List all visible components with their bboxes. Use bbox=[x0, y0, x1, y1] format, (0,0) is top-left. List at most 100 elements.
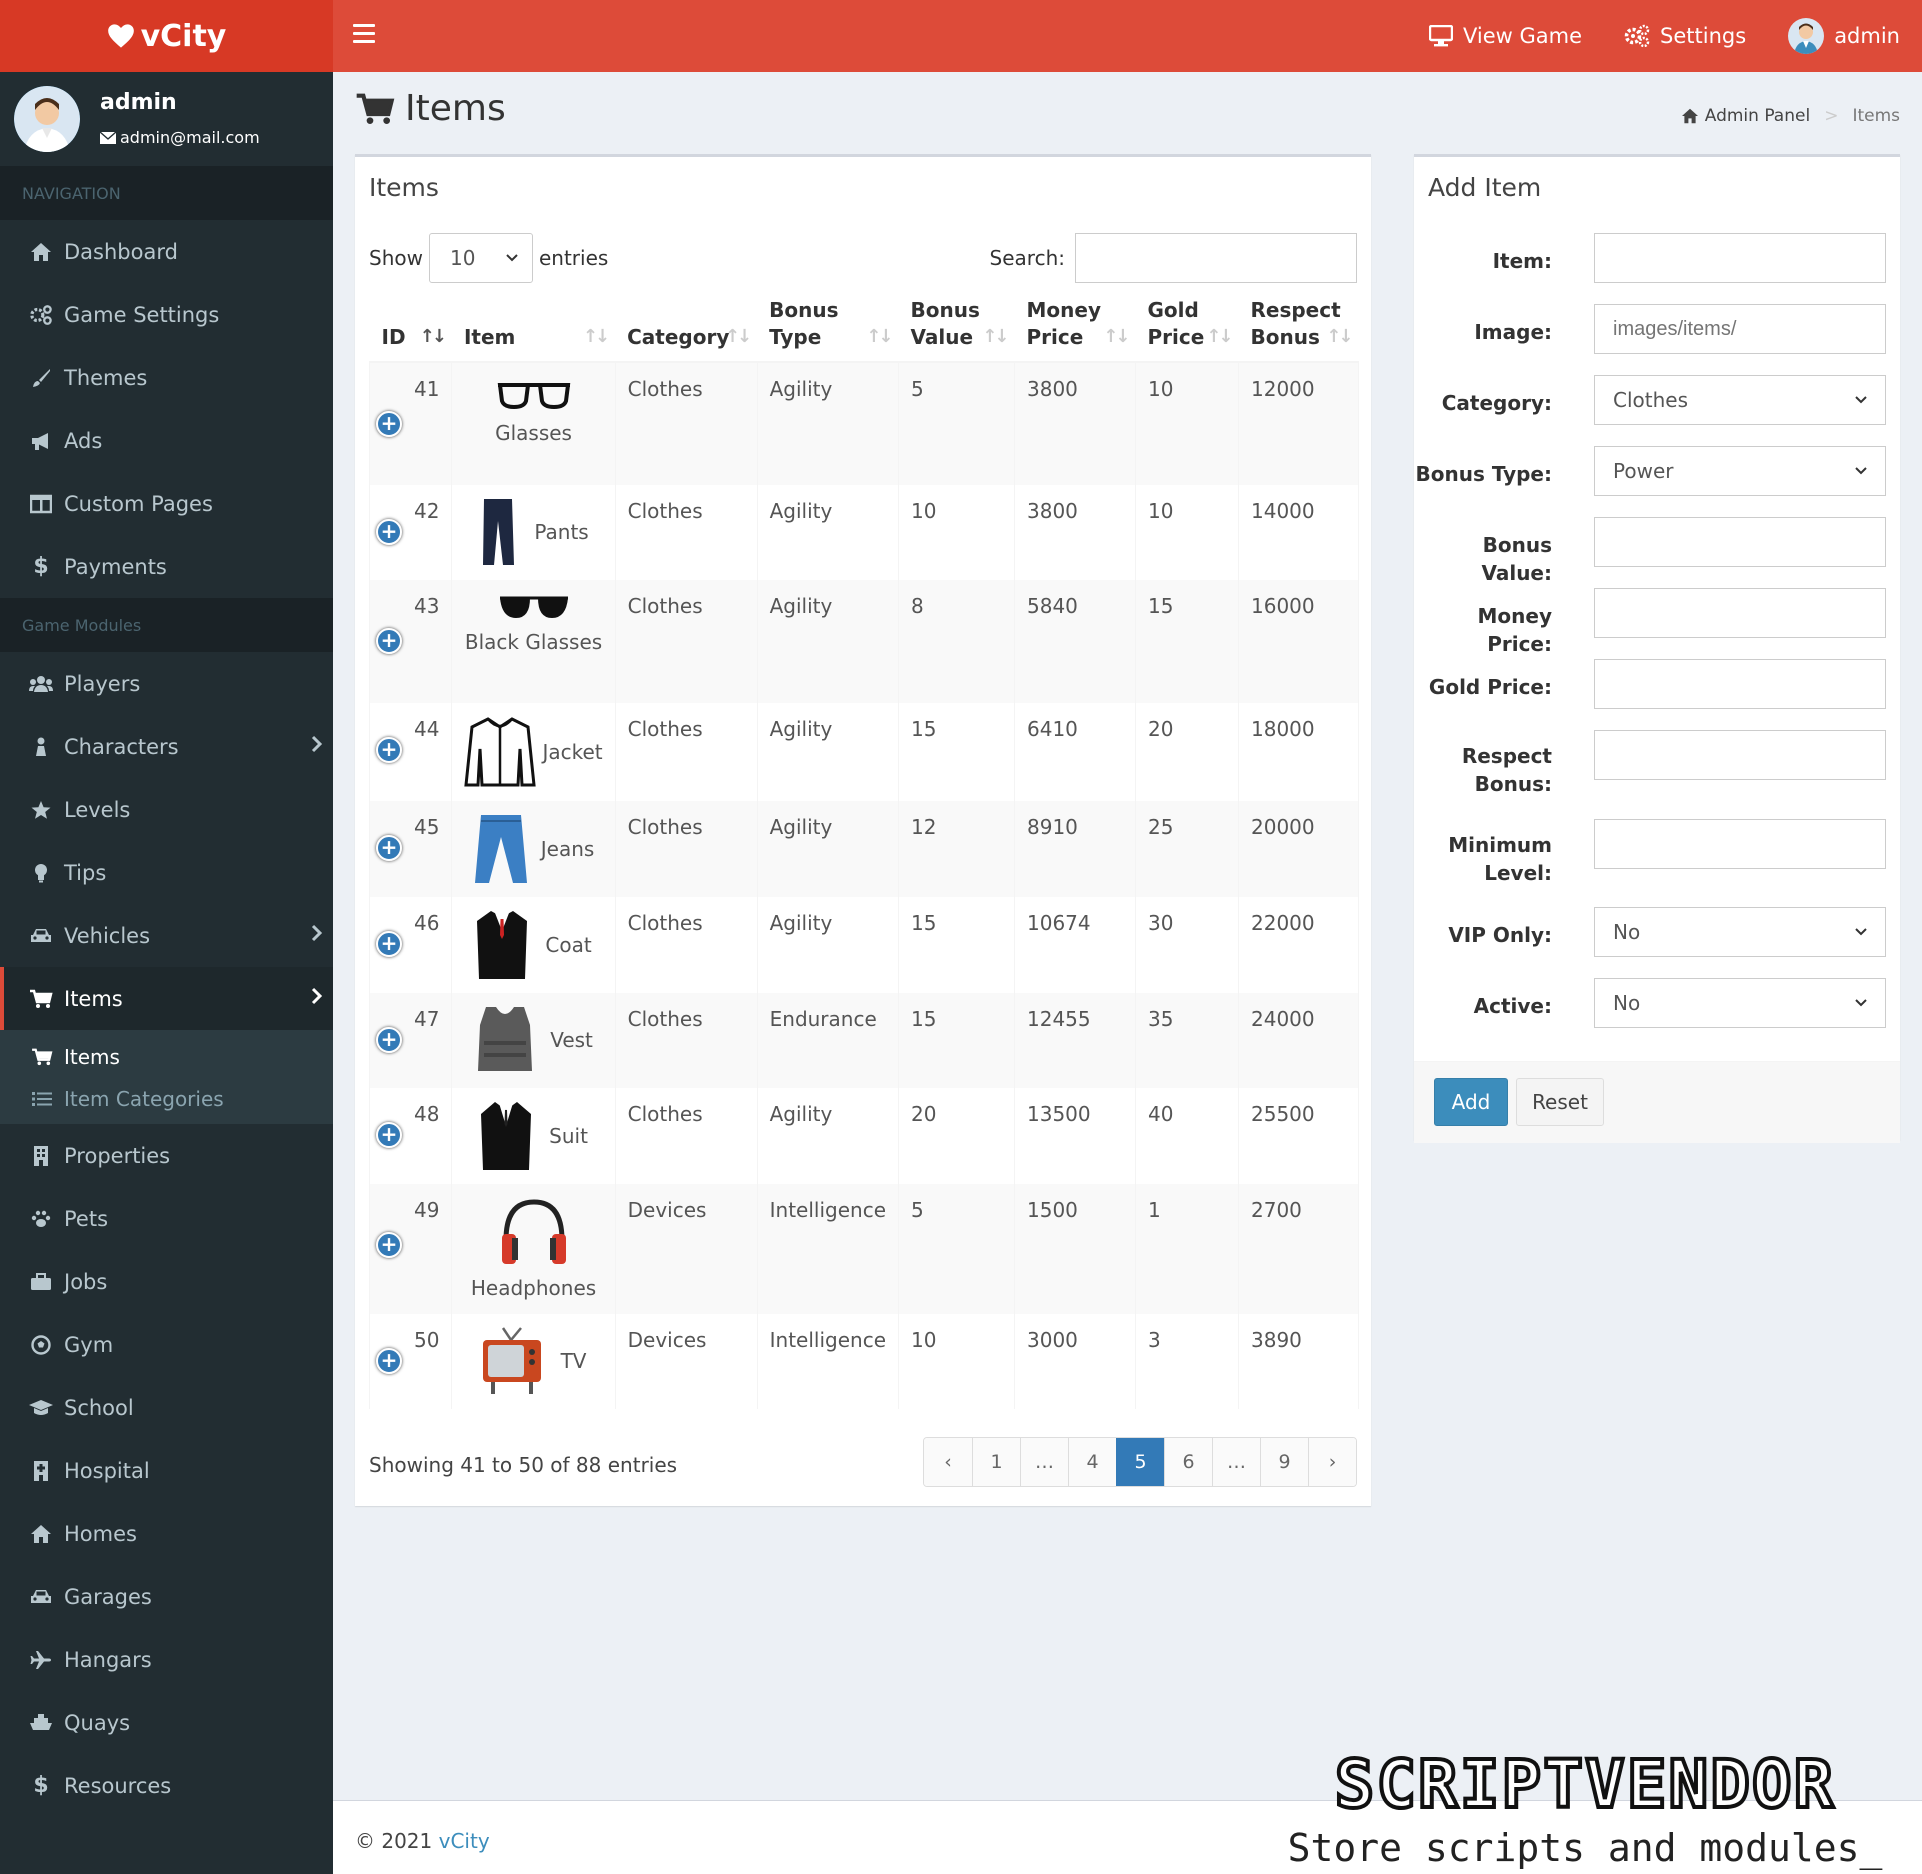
sidebar-item-garages[interactable]: Garages bbox=[0, 1565, 333, 1628]
sidebar-item-levels[interactable]: Levels bbox=[0, 778, 333, 841]
app-logo[interactable]: vCity bbox=[0, 0, 333, 72]
sidebar-item-quays[interactable]: Quays bbox=[0, 1691, 333, 1754]
item-input[interactable] bbox=[1594, 233, 1886, 283]
col-id[interactable]: ID ↑↓ bbox=[369, 289, 452, 363]
expand-row-icon[interactable]: + bbox=[376, 737, 402, 763]
sidebar-item-tips[interactable]: Tips bbox=[0, 841, 333, 904]
col-category[interactable]: Category ↑↓ bbox=[615, 289, 758, 363]
table-row[interactable]: +43 Black Glasses Clothes Agility 8 5840… bbox=[368, 580, 1359, 703]
table-row[interactable]: +48 Suit Clothes Agility 20 13500 40 255… bbox=[368, 1088, 1359, 1184]
sidebar-subitem-item-categories[interactable]: Item Categories bbox=[0, 1078, 333, 1120]
settings-link[interactable]: Settings bbox=[1624, 24, 1746, 48]
expand-row-icon[interactable]: + bbox=[376, 931, 402, 957]
cell-money-price: 1500 bbox=[1014, 1184, 1136, 1314]
category-select[interactable]: Clothes bbox=[1594, 375, 1886, 425]
cell-category: Clothes bbox=[614, 1088, 758, 1184]
sidebar-item-school[interactable]: School bbox=[0, 1376, 333, 1439]
active-select[interactable]: No bbox=[1594, 978, 1886, 1028]
table-row[interactable]: +50 TV Devices Intelligence 10 3000 3 38… bbox=[368, 1314, 1359, 1409]
sidebar-item-hospital[interactable]: Hospital bbox=[0, 1439, 333, 1502]
sort-icon: ↑↓ bbox=[724, 325, 752, 347]
vip-only-select[interactable]: No bbox=[1594, 907, 1886, 957]
bonus-type-select[interactable]: Power bbox=[1594, 446, 1886, 496]
entries-length: Show 10 entries bbox=[369, 233, 608, 283]
sidebar-item-players[interactable]: Players bbox=[0, 652, 333, 715]
expand-row-icon[interactable]: + bbox=[376, 628, 402, 654]
image-input[interactable] bbox=[1594, 304, 1886, 354]
sidebar-item-ads[interactable]: Ads bbox=[0, 409, 333, 472]
col-money-price[interactable]: Money Price ↑↓ bbox=[1014, 289, 1136, 363]
entries-value: 10 bbox=[449, 246, 476, 270]
sidebar-item-dashboard[interactable]: Dashboard bbox=[0, 220, 333, 283]
sidebar-subitem-label: Item Categories bbox=[64, 1087, 224, 1111]
col-respect-bonus[interactable]: Respect Bonus ↑↓ bbox=[1238, 289, 1359, 363]
sidebar-item-homes[interactable]: Homes bbox=[0, 1502, 333, 1565]
gears-icon bbox=[28, 304, 54, 326]
sidebar-item-game-settings[interactable]: Game Settings bbox=[0, 283, 333, 346]
table-row[interactable]: +41 Glasses Clothes Agility 5 3800 10 12… bbox=[368, 362, 1359, 485]
reset-button[interactable]: Reset bbox=[1516, 1078, 1604, 1126]
table-row[interactable]: +45 Jeans Clothes Agility 12 8910 25 200… bbox=[368, 801, 1359, 897]
bonus-value-input[interactable] bbox=[1594, 517, 1886, 567]
sidebar-item-pets[interactable]: Pets bbox=[0, 1187, 333, 1250]
page-next-button[interactable]: › bbox=[1308, 1438, 1356, 1486]
table-row[interactable]: +47 Vest Clothes Endurance 15 12455 35 2… bbox=[368, 993, 1359, 1088]
respect-bonus-input[interactable] bbox=[1594, 730, 1886, 780]
page-prev-button[interactable]: ‹ bbox=[924, 1438, 972, 1486]
money-price-input[interactable] bbox=[1594, 588, 1886, 638]
table-row[interactable]: +42 Pants Clothes Agility 10 3800 10 140… bbox=[368, 485, 1359, 580]
table-row[interactable]: +44 Jacket Clothes Agility 15 6410 20 18… bbox=[368, 703, 1359, 801]
gold-price-input[interactable] bbox=[1594, 659, 1886, 709]
expand-row-icon[interactable]: + bbox=[376, 1122, 402, 1148]
sidebar-item-gym[interactable]: Gym bbox=[0, 1313, 333, 1376]
sidebar-item-jobs[interactable]: Jobs bbox=[0, 1250, 333, 1313]
sidebar-item-items[interactable]: Items bbox=[0, 967, 333, 1030]
breadcrumb-root[interactable]: Admin Panel bbox=[1705, 106, 1810, 126]
expand-row-icon[interactable]: + bbox=[376, 519, 402, 545]
expand-row-icon[interactable]: + bbox=[376, 1348, 402, 1374]
expand-row-icon[interactable]: + bbox=[376, 1027, 402, 1053]
sidebar-item-resources[interactable]: $ Resources bbox=[0, 1754, 333, 1817]
entries-select[interactable]: 10 bbox=[428, 233, 533, 283]
table-row[interactable]: +49 Headphones Devices Intelligence 5 15… bbox=[368, 1184, 1359, 1314]
sidebar-item-vehicles[interactable]: Vehicles bbox=[0, 904, 333, 967]
sidebar-item-label: Ads bbox=[64, 428, 103, 453]
active-label: Active: bbox=[1473, 994, 1552, 1018]
cell-id-value: 47 bbox=[414, 1007, 440, 1031]
page-button[interactable]: 4 bbox=[1068, 1438, 1116, 1486]
sidebar-item-themes[interactable]: Themes bbox=[0, 346, 333, 409]
page-button-current[interactable]: 5 bbox=[1116, 1438, 1164, 1486]
sidebar-item-custom-pages[interactable]: Custom Pages bbox=[0, 472, 333, 535]
sidebar-item-characters[interactable]: Characters bbox=[0, 715, 333, 778]
minimum-level-input[interactable] bbox=[1594, 819, 1886, 869]
cell-money-price: 3800 bbox=[1014, 485, 1136, 580]
sort-icon: ↑↓ bbox=[1206, 325, 1233, 347]
sidebar-toggle-icon[interactable] bbox=[353, 24, 375, 46]
hospital-icon bbox=[28, 1460, 54, 1481]
watermark-subtitle: Store scripts and modules_ bbox=[1287, 1826, 1883, 1870]
footer-brand-link[interactable]: vCity bbox=[439, 1829, 490, 1853]
add-button[interactable]: Add bbox=[1434, 1078, 1508, 1126]
expand-row-icon[interactable]: + bbox=[376, 1232, 402, 1258]
page-button[interactable]: 6 bbox=[1164, 1438, 1212, 1486]
sidebar-item-payments[interactable]: $ Payments bbox=[0, 535, 333, 598]
col-gold-price[interactable]: Gold Price ↑↓ bbox=[1135, 289, 1239, 363]
sidebar-item-label: Players bbox=[64, 671, 141, 696]
page-button[interactable]: 1 bbox=[972, 1438, 1020, 1486]
sidebar-item-hangars[interactable]: Hangars bbox=[0, 1628, 333, 1691]
col-bonus-type[interactable]: Bonus Type ↑↓ bbox=[757, 289, 899, 363]
pants-icon bbox=[483, 499, 515, 565]
col-bonus-value[interactable]: Bonus Value ↑↓ bbox=[898, 289, 1015, 363]
user-menu[interactable]: admin bbox=[1788, 18, 1900, 54]
sidebar-item-properties[interactable]: Properties bbox=[0, 1124, 333, 1187]
cell-respect-bonus: 14000 bbox=[1238, 485, 1359, 580]
page-button[interactable]: 9 bbox=[1260, 1438, 1308, 1486]
search-input[interactable] bbox=[1075, 233, 1357, 283]
col-item[interactable]: Item ↑↓ bbox=[451, 289, 616, 363]
expand-row-icon[interactable]: + bbox=[376, 835, 402, 861]
expand-row-icon[interactable]: + bbox=[376, 411, 402, 437]
sidebar-subitem-items[interactable]: Items bbox=[0, 1036, 333, 1078]
cell-category: Clothes bbox=[614, 801, 758, 897]
table-row[interactable]: +46 Coat Clothes Agility 15 10674 30 220… bbox=[368, 897, 1359, 993]
view-game-link[interactable]: View Game bbox=[1429, 24, 1582, 48]
